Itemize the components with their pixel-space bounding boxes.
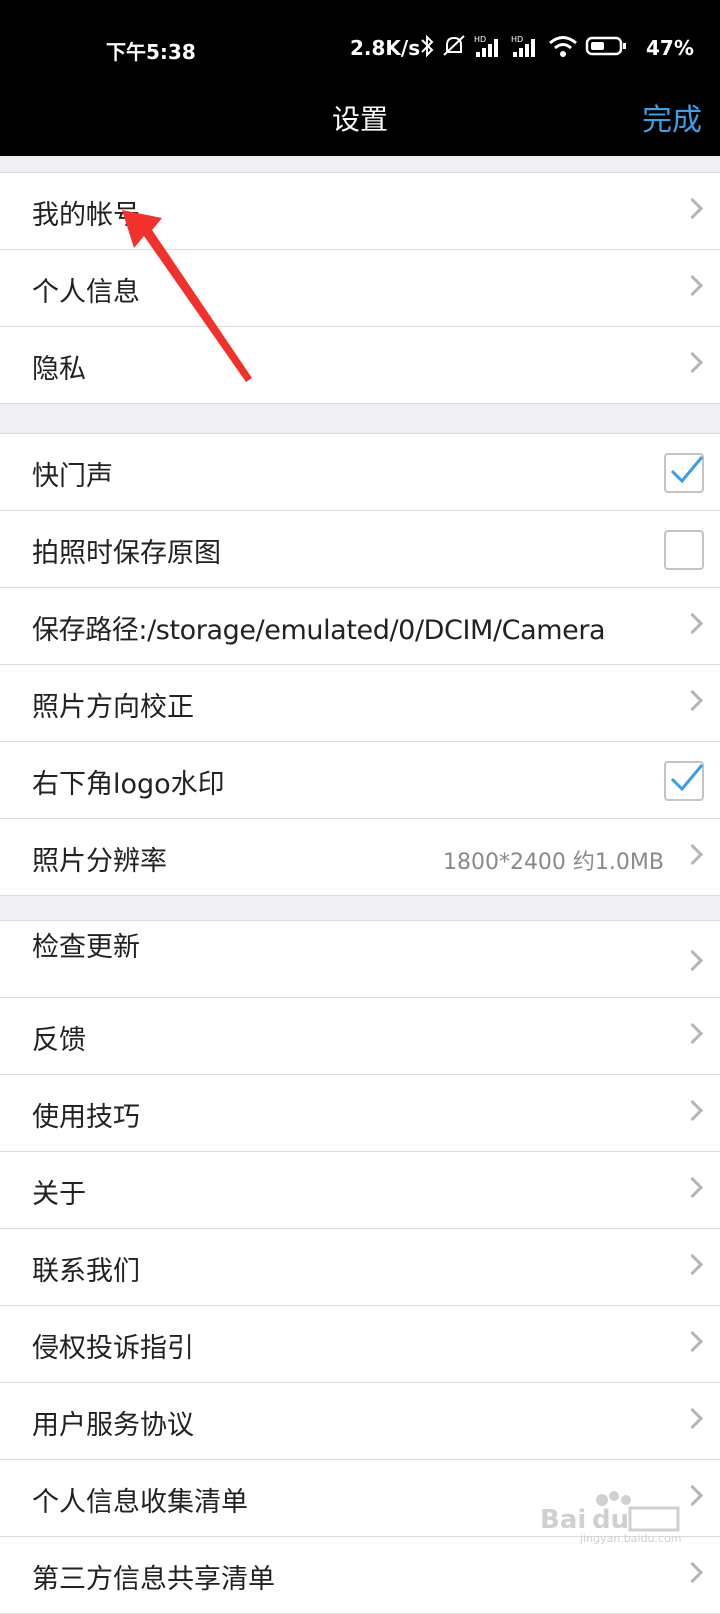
battery-percentage: 47% [646,36,694,60]
chevron-right-icon [681,197,704,220]
bluetooth-icon [421,34,434,58]
nav-bar: 设置 完成 [0,80,720,156]
svg-text:du: du [592,1505,629,1535]
settings-row-resolution[interactable]: 照片分辨率 1800*2400 约1.0MB [0,819,720,895]
chevron-right-icon [681,1176,704,1199]
chevron-right-icon [681,274,704,297]
row-label: 反馈 [32,1025,86,1056]
baidu-watermark-logo: Bai du jingyan.baidu.com [540,1491,682,1544]
row-label: 快门声 [32,461,113,492]
settings-row-save-path[interactable]: 保存路径:/storage/emulated/0/DCIM/Camera [0,588,720,665]
chevron-right-icon [681,1099,704,1122]
logo-watermark-checkbox[interactable] [664,761,704,801]
row-label: 右下角logo水印 [32,769,225,800]
row-label: 第三方信息共享清单 [32,1564,275,1595]
row-label: 关于 [32,1179,86,1210]
row-label: 照片方向校正 [32,692,194,723]
svg-text:HD: HD [474,35,486,44]
done-button[interactable]: 完成 [642,95,702,139]
row-label: 使用技巧 [32,1102,140,1133]
settings-row-about[interactable]: 关于 [0,1152,720,1229]
chevron-right-icon [681,351,704,374]
row-label: 拍照时保存原图 [32,538,221,569]
settings-row-save-original[interactable]: 拍照时保存原图 [0,511,720,588]
settings-row-contact[interactable]: 联系我们 [0,1229,720,1306]
row-label: 保存路径:/storage/emulated/0/DCIM/Camera [32,615,606,646]
annotation-arrow-icon [122,210,252,382]
battery-icon [585,36,626,56]
settings-row-tips[interactable]: 使用技巧 [0,1075,720,1152]
checkmark-icon [670,456,704,484]
status-bar: 下午5:38 2.8K/s HD HD 47% [0,0,720,80]
chevron-right-icon [681,1022,704,1045]
settings-row-privacy[interactable]: 隐私 [0,327,720,403]
chevron-right-icon [681,1407,704,1430]
chevron-right-icon [681,1253,704,1276]
chevron-right-icon [681,843,704,866]
settings-row-feedback[interactable]: 反馈 [0,998,720,1075]
status-time: 下午5:38 [106,40,196,64]
svg-text:HD: HD [511,35,523,44]
status-icons: HD HD [420,33,627,59]
settings-row-shutter-sound[interactable]: 快门声 [0,434,720,511]
row-label: 用户服务协议 [32,1410,194,1441]
chevron-right-icon [681,1561,704,1584]
settings-row-logo-watermark[interactable]: 右下角logo水印 [0,742,720,819]
chevron-right-icon [681,689,704,712]
chevron-right-icon [681,612,704,635]
checkmark-icon [670,764,704,792]
row-label: 个人信息收集清单 [32,1487,248,1518]
settings-row-personal-info[interactable]: 个人信息 [0,250,720,327]
shutter-sound-checkbox[interactable] [664,453,704,493]
settings-group-account: 我的帐号 个人信息 隐私 [0,172,720,404]
settings-row-user-agreement[interactable]: 用户服务协议 [0,1383,720,1460]
row-label: 检查更新 [32,932,140,963]
resolution-value: 1800*2400 约1.0MB [442,850,664,875]
row-label: 联系我们 [32,1256,140,1287]
svg-text:jingyan.baidu.com: jingyan.baidu.com [579,1532,682,1544]
row-label: 隐私 [32,354,86,385]
row-label: 照片分辨率 [32,846,167,877]
signal-hd-icon: HD [511,35,535,57]
row-label: 侵权投诉指引 [32,1333,194,1364]
mute-icon [443,35,465,56]
save-original-checkbox[interactable] [664,530,704,570]
settings-row-orientation[interactable]: 照片方向校正 [0,665,720,742]
settings-row-my-account[interactable]: 我的帐号 [0,173,720,250]
chevron-right-icon [681,1330,704,1353]
settings-group-camera: 快门声 拍照时保存原图 保存路径:/storage/emulated/0/DCI… [0,433,720,896]
page-title: 设置 [331,103,388,136]
settings-row-infringement[interactable]: 侵权投诉指引 [0,1306,720,1383]
svg-text:Bai: Bai [540,1505,586,1535]
network-speed: 2.8K/s [350,36,421,60]
chevron-right-icon [681,949,704,972]
wifi-icon [549,36,577,57]
settings-row-check-update[interactable]: 检查更新 [0,921,720,998]
signal-hd-icon: HD [474,35,498,57]
settings-row-third-party[interactable]: 第三方信息共享清单 [0,1537,720,1613]
